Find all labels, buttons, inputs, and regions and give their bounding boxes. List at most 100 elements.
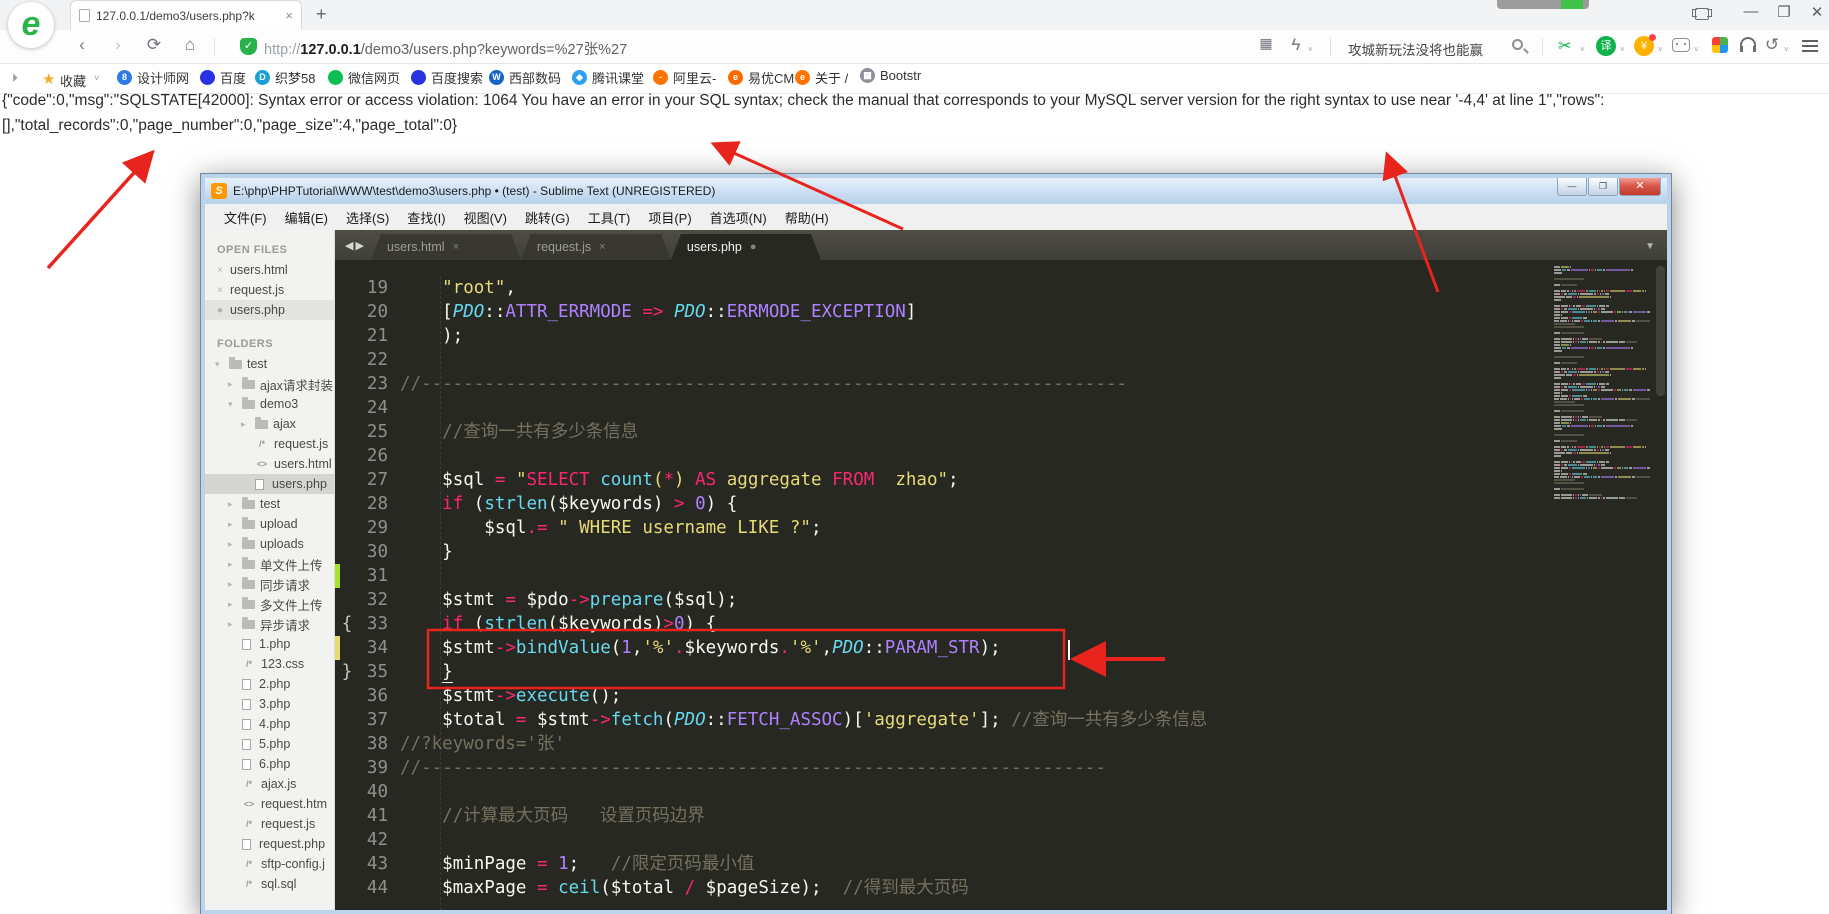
tree-file-row[interactable]: request.php — [205, 834, 334, 854]
chevron-down-icon[interactable]: ˅ — [1308, 45, 1313, 54]
code-line[interactable]: 34 $stmt->bindValue(1,'%'.$keywords.'%',… — [335, 636, 1667, 660]
tree-file-row[interactable]: /* 123.css — [205, 654, 334, 674]
bookmark-item[interactable]: W 西部数码 — [489, 68, 561, 87]
safe-shield-icon[interactable]: ✓ — [240, 38, 257, 55]
tree-folder-row[interactable]: ▸ 多文件上传 — [205, 594, 334, 614]
menu-item[interactable]: 帮助(H) — [776, 208, 838, 227]
browser-logo-icon[interactable]: e — [8, 2, 54, 48]
address-bar[interactable]: http://127.0.0.1/demo3/users.php?keyword… — [264, 38, 627, 59]
code-line[interactable]: 26 — [335, 444, 1667, 468]
disclosure-arrow-icon[interactable]: ▸ — [228, 539, 237, 550]
code-line[interactable]: 37 $total = $stmt->fetch(PDO::FETCH_ASSO… — [335, 708, 1667, 732]
open-file-row[interactable]: × request.js — [205, 280, 334, 300]
tree-folder-row[interactable]: ▸ upload — [205, 514, 334, 534]
tree-file-row[interactable]: 6.php — [205, 754, 334, 774]
chevron-down-icon[interactable]: ˅ — [1580, 45, 1585, 54]
bookmark-item[interactable]: - 阿里云- — [653, 68, 716, 87]
code-editor[interactable]: 19 "root", 20 [PDO::ATTR_ERRMODE => PDO:… — [335, 260, 1667, 910]
code-line[interactable]: 21 ); — [335, 324, 1667, 348]
disclosure-arrow-icon[interactable]: ▸ — [228, 519, 237, 530]
code-line[interactable]: 19 "root", — [335, 276, 1667, 300]
bookmark-item[interactable]: ▦ Bootstr — [860, 68, 921, 83]
disclosure-arrow-icon[interactable]: ▸ — [228, 599, 237, 610]
menu-item[interactable]: 选择(S) — [337, 208, 398, 227]
tree-file-row[interactable]: <> users.html — [205, 454, 334, 474]
code-line[interactable]: 42 — [335, 828, 1667, 852]
tree-folder-row[interactable]: ▸ 同步请求 — [205, 574, 334, 594]
code-line[interactable]: 30 } — [335, 540, 1667, 564]
close-icon[interactable]: × — [215, 265, 225, 276]
menu-item[interactable]: 文件(F) — [215, 208, 276, 227]
tree-folder-row[interactable]: ▸ 异步请求 — [205, 614, 334, 634]
code-line[interactable]: 44 $maxPage = ceil($total / $pageSize); … — [335, 876, 1667, 900]
wallet-icon[interactable]: ¥ — [1634, 34, 1656, 56]
editor-scrollbar[interactable] — [1656, 266, 1665, 396]
code-line[interactable]: 32 $stmt = $pdo->prepare($sql); — [335, 588, 1667, 612]
undo-icon[interactable]: ↺ — [1760, 35, 1784, 55]
back-icon[interactable]: ‹ — [70, 35, 94, 55]
code-line[interactable]: 29 $sql.= " WHERE username LIKE ?"; — [335, 516, 1667, 540]
chevron-down-icon[interactable]: ˅ — [1694, 45, 1699, 54]
open-file-row[interactable]: ● users.php — [205, 300, 334, 320]
tree-folder-row[interactable]: ▸ uploads — [205, 534, 334, 554]
tree-file-row[interactable]: /* sql.sql — [205, 874, 334, 894]
tree-file-row[interactable]: /* request.js — [205, 814, 334, 834]
tree-file-row[interactable]: /* request.js — [205, 434, 334, 454]
disclosure-arrow-icon[interactable]: ▸ — [228, 499, 237, 510]
tree-file-row[interactable]: users.php — [205, 474, 334, 494]
code-line[interactable]: 40 — [335, 780, 1667, 804]
tree-file-row[interactable]: <> request.htm — [205, 794, 334, 814]
app-grid-icon[interactable] — [1712, 37, 1728, 53]
minimize-button[interactable]: — — [1738, 3, 1764, 20]
chevron-down-icon[interactable]: ˅ — [1658, 45, 1663, 54]
code-line[interactable]: 41 //计算最大页码 设置页码边界 — [335, 804, 1667, 828]
bookmark-item[interactable]: 8 设计师网 — [117, 68, 189, 87]
menu-item[interactable]: 跳转(G) — [516, 208, 579, 227]
menu-icon[interactable] — [1802, 40, 1818, 42]
tab-dirty-icon[interactable]: ● — [750, 241, 757, 253]
disclosure-arrow-icon[interactable]: ▾ — [215, 359, 224, 370]
close-button[interactable]: ✕ — [1804, 3, 1829, 21]
tree-folder-row[interactable]: ▸ ajax请求封装 — [205, 374, 334, 394]
tree-file-row[interactable]: 1.php — [205, 634, 334, 654]
menu-item[interactable]: 编辑(E) — [276, 208, 337, 227]
editor-tab[interactable]: request.js × — [521, 234, 671, 260]
tab-close-icon[interactable]: × — [285, 8, 293, 23]
refresh-icon[interactable]: ⟳ — [142, 35, 166, 55]
disclosure-arrow-icon[interactable]: ▸ — [228, 559, 237, 570]
code-line[interactable]: 22 — [335, 348, 1667, 372]
maximize-button[interactable]: ❐ — [1771, 3, 1797, 21]
tab-scroll-arrows-icon[interactable]: ◀▶ — [335, 239, 371, 260]
chevron-down-icon[interactable]: ˅ — [1620, 45, 1625, 54]
tree-file-row[interactable]: /* ajax.js — [205, 774, 334, 794]
code-line[interactable]: {33 if (strlen($keywords)>0) { — [335, 612, 1667, 636]
close-icon[interactable]: × — [215, 285, 225, 296]
disclosure-arrow-icon[interactable]: ▾ — [228, 399, 237, 410]
code-line[interactable]: } 35 } — [335, 660, 1667, 684]
code-line[interactable]: 25 //查询一共有多少条信息 — [335, 420, 1667, 444]
tree-file-row[interactable]: 5.php — [205, 734, 334, 754]
menu-item[interactable]: 视图(V) — [455, 208, 516, 227]
headphones-icon[interactable] — [1740, 37, 1756, 52]
code-line[interactable]: 31 — [335, 564, 1667, 588]
browser-tab[interactable]: 127.0.0.1/demo3/users.php?k × — [70, 0, 302, 30]
disclosure-arrow-icon[interactable]: ▸ — [241, 419, 250, 430]
code-line[interactable]: 43 $minPage = 1; //限定页码最小值 — [335, 852, 1667, 876]
chevron-down-icon[interactable]: ˅ — [1784, 45, 1789, 54]
tree-file-row[interactable]: /* sftp-config.j — [205, 854, 334, 874]
code-line[interactable]: 36 $stmt->execute(); — [335, 684, 1667, 708]
editor-tab[interactable]: users.html × — [371, 234, 521, 260]
code-line[interactable]: 39 //------------------------------------… — [335, 756, 1667, 780]
open-file-row[interactable]: × users.html — [205, 260, 334, 280]
home-icon[interactable]: ⌂ — [178, 35, 202, 55]
sublime-titlebar[interactable]: S E:\php\PHPTutorial\WWW\test\demo3\user… — [205, 178, 1667, 204]
bookmark-item[interactable]: D 织梦58 — [255, 68, 315, 87]
disclosure-arrow-icon[interactable]: ▸ — [228, 619, 237, 630]
disclosure-arrow-icon[interactable]: ▸ — [228, 379, 237, 390]
disclosure-arrow-icon[interactable]: ▸ — [228, 579, 237, 590]
tree-folder-row[interactable]: ▸ ajax — [205, 414, 334, 434]
menu-item[interactable]: 项目(P) — [639, 208, 700, 227]
scissors-icon[interactable]: ✂ — [1558, 36, 1571, 56]
tree-folder-row[interactable]: ▸ test — [205, 494, 334, 514]
bookmark-item[interactable]: 百度搜索 — [411, 68, 483, 87]
